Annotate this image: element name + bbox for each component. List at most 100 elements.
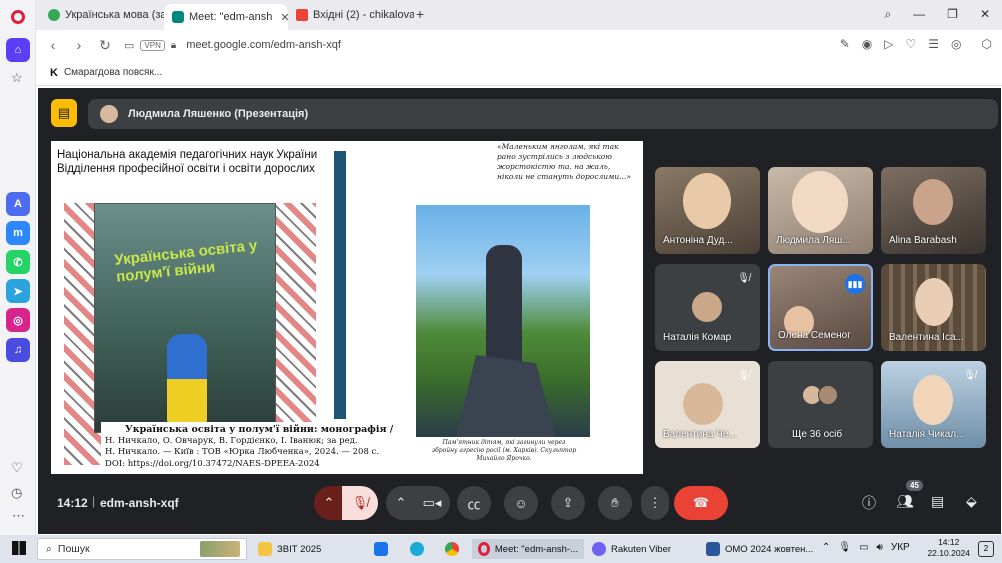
notification-button[interactable]: 2: [978, 541, 994, 557]
maximize-icon[interactable]: ❐: [947, 7, 958, 22]
windows-start-icon[interactable]: [12, 541, 26, 555]
tray-mic-icon[interactable]: 🎙︎: [838, 542, 851, 553]
raise-hand-button[interactable]: ✋︎: [598, 486, 632, 520]
participant-tile[interactable]: Антоніна Дуд...: [655, 167, 760, 254]
participant-count: 45: [906, 480, 923, 491]
more-options-button[interactable]: ⋮: [641, 486, 669, 520]
participant-tile[interactable]: Валентина Іса...: [881, 264, 986, 351]
edit-icon[interactable]: ✎: [840, 37, 850, 51]
emoji-icon: ☺: [514, 495, 528, 511]
messenger-icon[interactable]: m: [6, 221, 30, 245]
taskbar-item-opera[interactable]: Meet: "edm-ansh-...: [472, 539, 584, 559]
lock-icon[interactable]: 🔒︎: [171, 40, 176, 51]
taskbar-item-viber[interactable]: Rakuten Viber: [592, 539, 671, 559]
player-icon[interactable]: ♫: [6, 338, 30, 362]
captions-icon: ㏄: [467, 496, 481, 512]
back-icon[interactable]: ‹: [40, 37, 66, 53]
chrome-icon[interactable]: [445, 542, 459, 556]
book-cover: Українська освіта у полум'ї війни: [94, 203, 276, 433]
reactions-button[interactable]: ☺: [504, 486, 538, 520]
meeting-info-icon[interactable]: ⓘ: [862, 493, 876, 513]
presentation-icon[interactable]: ▤: [51, 99, 77, 127]
bookmark-item[interactable]: Смарагдова повсяк...: [64, 67, 162, 78]
monument-photo: [416, 205, 590, 437]
people-icon[interactable]: 👥︎: [896, 493, 914, 510]
more-participants-tile[interactable]: Ще 36 осіб: [768, 361, 873, 448]
taskbar-item-word[interactable]: ОМО 2024 жовтен...: [706, 539, 813, 559]
camera-indicator-icon[interactable]: ▭: [124, 39, 134, 52]
tab-ukrainian[interactable]: Українська мова (за прос: [40, 4, 164, 26]
easy-setup-icon[interactable]: ☰: [928, 37, 939, 51]
participant-tile[interactable]: Людмила Ляш...: [768, 167, 873, 254]
mic-options-button[interactable]: ⌃: [314, 486, 344, 520]
meet-icon: [172, 11, 184, 23]
tab-meet[interactable]: Meet: "edm-ansh ✕: [164, 4, 288, 30]
participant-tile[interactable]: ▮▮▮ Олена Семеног: [768, 264, 873, 351]
clock-time: 14:12: [938, 537, 960, 547]
participant-tile[interactable]: 🎙︎̸ Валентина Че...: [655, 361, 760, 448]
close-window-icon[interactable]: ✕: [980, 7, 990, 22]
book-caption-doi: DOI: https://doi.org/10.37472/NAES-DPEEA…: [105, 458, 320, 469]
aria-icon[interactable]: A: [6, 192, 30, 216]
opera-logo-icon[interactable]: [11, 10, 25, 24]
whatsapp-icon[interactable]: ✆: [6, 250, 30, 274]
new-tab-button[interactable]: +: [416, 6, 424, 22]
clock[interactable]: 14:12 22.10.2024: [927, 537, 970, 559]
send-icon[interactable]: ▷: [884, 37, 893, 51]
mail-icon[interactable]: [374, 542, 388, 556]
participant-tile[interactable]: Alina Barabash: [881, 167, 986, 254]
instagram-icon[interactable]: ◎: [6, 308, 30, 332]
home-icon[interactable]: ⌂: [6, 38, 30, 62]
tray-chevron-icon[interactable]: ⌃: [822, 542, 830, 553]
participant-video: [683, 173, 731, 229]
extensions-icon[interactable]: ⬡: [982, 37, 992, 51]
url-field[interactable]: meet.google.com/edm-ansh-xqf: [186, 39, 341, 51]
search-tabs-icon[interactable]: ⌕: [884, 7, 891, 22]
camera-options-button[interactable]: ⌃: [386, 486, 416, 520]
telegram-icon[interactable]: ➤: [6, 279, 30, 303]
more-vert-icon: ⋮: [648, 495, 662, 510]
meeting-code: edm-ansh-xqf: [100, 496, 179, 510]
activities-icon[interactable]: ⬙: [966, 493, 977, 510]
network-icon[interactable]: ▭: [859, 542, 868, 553]
camera-toggle-button[interactable]: ▭◂: [414, 486, 450, 520]
captions-button[interactable]: ㏄: [457, 486, 491, 520]
close-tab-icon[interactable]: ✕: [280, 11, 288, 24]
profile-icon[interactable]: ◎: [951, 37, 961, 51]
hand-icon: ✋︎: [611, 495, 619, 510]
participant-tile[interactable]: 🎙︎̸ Наталія Чикал...: [881, 361, 986, 448]
taskbar-item-folder[interactable]: ЗВІТ 2025: [258, 539, 321, 559]
star-icon[interactable]: ☆: [11, 70, 23, 86]
book-caption-publisher: Н. Ничкало. — Київ : ТОВ «Юрка Любченка»…: [105, 447, 380, 457]
vpn-badge[interactable]: VPN: [140, 39, 165, 51]
mic-off-icon: 🎙︎̸: [737, 370, 750, 381]
end-call-button[interactable]: ☎︎: [674, 486, 728, 520]
participant-tile[interactable]: 🎙︎̸ Наталія Комар: [655, 264, 760, 351]
chat-icon[interactable]: ▤: [931, 493, 944, 510]
present-button[interactable]: ⇪: [551, 486, 585, 520]
edge-icon[interactable]: [410, 542, 424, 556]
heart-icon[interactable]: ♡: [11, 460, 23, 476]
volume-icon[interactable]: 🔊︎: [877, 542, 883, 553]
history-icon[interactable]: ◷: [11, 485, 22, 501]
bookmark-heart-icon[interactable]: ♡: [906, 37, 917, 51]
more-participants-label: Ще 36 осіб: [792, 429, 843, 440]
forward-icon[interactable]: ›: [66, 37, 92, 53]
minimize-icon[interactable]: —: [913, 7, 925, 22]
gmail-icon: [296, 9, 308, 21]
participant-name: Людмила Ляш...: [776, 235, 851, 246]
viber-icon: [592, 542, 606, 556]
participant-video: [915, 278, 953, 326]
taskbar-search[interactable]: ⌕ Пошук: [37, 538, 247, 560]
tab-gmail[interactable]: Вхідні (2) - chikalovan200: [288, 4, 414, 26]
opera-icon: [478, 542, 490, 556]
slide-divider: [334, 151, 346, 419]
more-icon[interactable]: ⋯: [12, 508, 25, 524]
snapshot-icon[interactable]: ◉: [862, 37, 872, 51]
language-indicator[interactable]: УКР: [891, 542, 910, 553]
mic-toggle-button[interactable]: 🎙︎̸: [342, 486, 378, 520]
tab-bar: Українська мова (за прос Meet: "edm-ansh…: [36, 0, 1002, 30]
notification-count: 2: [983, 544, 989, 553]
reload-icon[interactable]: ↻: [92, 37, 118, 54]
monument-caption: Пам'ятник дітям, які загинули через збро…: [431, 439, 577, 462]
